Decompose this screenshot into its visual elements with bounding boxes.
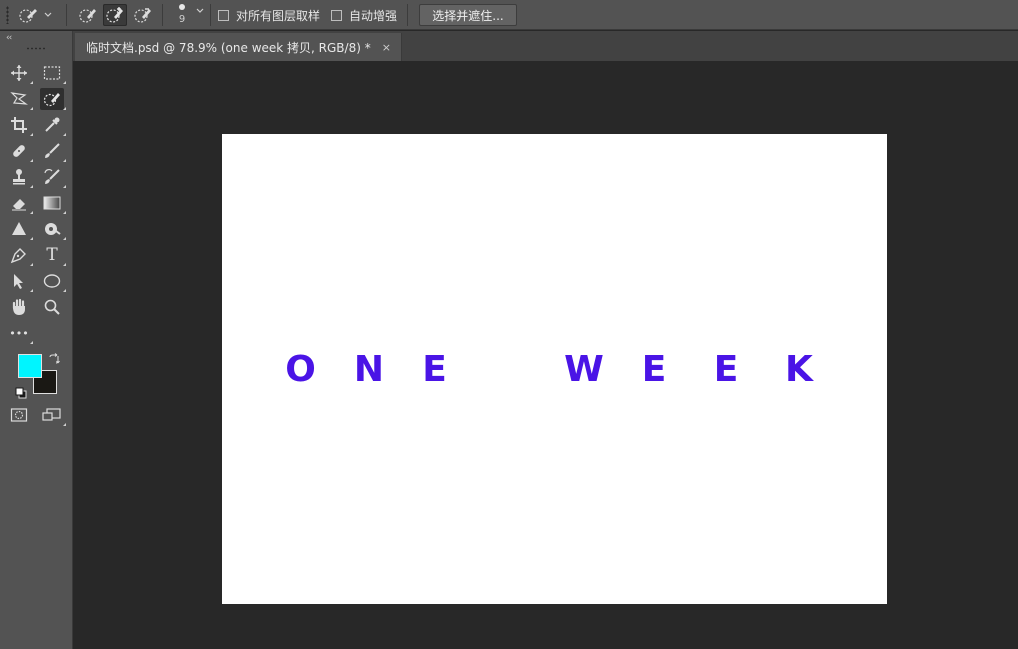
clone-stamp-icon	[13, 169, 25, 185]
pen-icon	[10, 248, 26, 264]
sample-all-layers-label: 对所有图层取样	[236, 9, 321, 23]
brush-size-value: 9	[178, 14, 186, 25]
tool-rectangular-marquee[interactable]	[40, 62, 66, 84]
brush-icon	[45, 143, 60, 158]
close-icon[interactable]: ×	[382, 41, 391, 54]
history-brush-icon	[44, 169, 60, 184]
tool-blur[interactable]	[7, 218, 33, 240]
move-icon	[11, 65, 27, 81]
add-to-selection-button[interactable]	[103, 4, 127, 26]
brush-tip-icon	[179, 4, 185, 10]
new-selection-brush-icon	[79, 9, 96, 23]
tool-dodge[interactable]	[40, 218, 66, 240]
sample-all-layers-checkbox[interactable]: 对所有图层取样	[218, 7, 320, 24]
tool-hand[interactable]	[7, 296, 31, 318]
options-bar-grip[interactable]	[6, 6, 9, 24]
polygonal-lasso-icon	[10, 92, 28, 105]
foreground-color-swatch[interactable]	[18, 354, 42, 378]
document-canvas[interactable]: O N E W E E K	[222, 134, 887, 604]
tool-crop[interactable]	[7, 114, 33, 136]
separator	[66, 4, 67, 26]
tool-more[interactable]: •••	[7, 322, 33, 344]
screen-mode-button[interactable]	[40, 404, 66, 426]
rectangular-marquee-icon	[43, 66, 61, 80]
more-tools-icon: •••	[9, 326, 29, 340]
canvas-text-week: W E E K	[564, 348, 814, 392]
canvas-letter: E	[422, 349, 447, 390]
canvas-text-one: O N E	[283, 348, 447, 392]
tool-preset-picker[interactable]	[18, 4, 58, 26]
add-to-selection-brush-icon	[106, 7, 123, 23]
tool-gradient[interactable]	[40, 192, 66, 214]
document-tab-title: 临时文档.psd @ 78.9% (one week 拷贝, RGB/8) *	[86, 40, 371, 55]
tool-move[interactable]	[7, 62, 33, 84]
tool-eraser[interactable]	[7, 192, 33, 214]
tool-clone-stamp[interactable]	[7, 166, 33, 188]
path-selection-icon	[14, 274, 23, 289]
auto-enhance-label: 自动增强	[349, 9, 398, 23]
quick-mask-icon	[10, 408, 28, 422]
canvas-letter: W	[564, 349, 604, 390]
spot-healing-brush-icon	[13, 145, 25, 157]
tool-eyedropper[interactable]	[40, 114, 66, 136]
ellipse-icon	[43, 274, 61, 288]
tool-type[interactable]: T	[40, 244, 66, 266]
new-selection-button[interactable]	[76, 4, 100, 26]
canvas-letter: E	[641, 349, 667, 390]
swap-colors-icon[interactable]	[48, 350, 60, 369]
separator	[210, 4, 211, 26]
tool-history-brush[interactable]	[40, 166, 66, 188]
zoom-icon	[44, 299, 60, 315]
tool-quick-selection[interactable]	[40, 88, 66, 110]
tool-brush[interactable]	[40, 140, 66, 162]
tool-pen[interactable]	[7, 244, 33, 266]
checkbox-box[interactable]	[331, 10, 342, 21]
document-tab[interactable]: 临时文档.psd @ 78.9% (one week 拷贝, RGB/8) * …	[75, 33, 402, 61]
hand-icon	[12, 298, 25, 315]
select-and-mask-button[interactable]: 选择并遮住...	[419, 4, 517, 26]
canvas-letter: N	[353, 349, 385, 390]
tool-zoom[interactable]	[40, 296, 64, 318]
subtract-from-selection-button[interactable]	[131, 4, 155, 26]
collapse-panel-icon[interactable]: ‹‹	[6, 33, 12, 43]
canvas-letter: O	[285, 349, 316, 390]
chevron-down-icon	[44, 12, 52, 17]
tool-spot-healing-brush[interactable]	[7, 140, 33, 162]
dodge-icon	[45, 223, 61, 235]
quick-selection-icon	[19, 9, 37, 23]
blur-icon	[12, 222, 26, 235]
default-colors-icon[interactable]	[15, 384, 27, 403]
canvas-letter: K	[785, 349, 813, 390]
separator	[162, 4, 163, 26]
gradient-icon	[43, 196, 61, 210]
tool-ellipse[interactable]	[40, 270, 66, 292]
brush-size-picker[interactable]: 9	[172, 2, 192, 28]
chevron-down-icon[interactable]	[196, 8, 204, 14]
subtract-from-selection-brush-icon	[134, 8, 151, 23]
auto-enhance-checkbox[interactable]: 自动增强	[331, 7, 397, 24]
checkbox-box[interactable]	[218, 10, 229, 21]
canvas-workspace[interactable]: O N E W E E K	[73, 61, 1018, 649]
tools-panel-grip[interactable]	[26, 47, 46, 50]
document-tab-bar: 临时文档.psd @ 78.9% (one week 拷贝, RGB/8) * …	[73, 31, 1018, 61]
canvas-letter: E	[713, 349, 739, 390]
crop-icon	[11, 117, 27, 133]
options-bar: 9 对所有图层取样 自动增强 选择并遮住...	[0, 0, 1018, 30]
separator	[407, 4, 408, 26]
eyedropper-icon	[45, 117, 60, 132]
eraser-icon	[12, 199, 26, 211]
quick-selection-icon	[43, 93, 60, 107]
tool-path-selection[interactable]	[7, 270, 33, 292]
tool-polygonal-lasso[interactable]	[7, 88, 33, 110]
type-icon: T	[46, 245, 58, 265]
quick-mask-button[interactable]	[7, 404, 31, 426]
screen-mode-icon	[42, 408, 61, 421]
